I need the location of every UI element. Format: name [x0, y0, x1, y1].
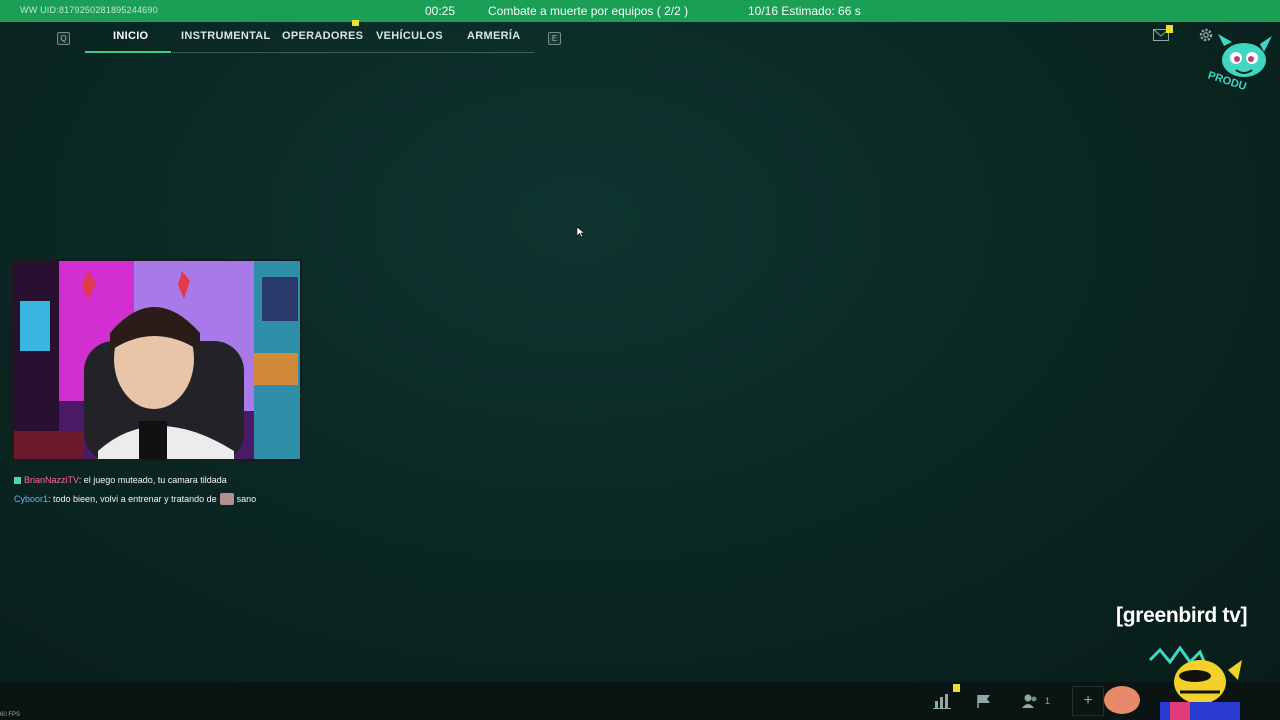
chat-message: Cyboor1: todo bieen, volvi a entrenar y … — [14, 490, 314, 509]
stats-chart-icon[interactable] — [933, 693, 951, 709]
squad-icon[interactable] — [1021, 693, 1039, 709]
chat-message: BrianNazziTV: el juego muteado, tu camar… — [14, 471, 314, 490]
tab-instrumental[interactable]: INSTRUMENTAL — [181, 30, 271, 42]
tab-vehiculos[interactable]: VEHÍCULOS — [376, 30, 443, 42]
chat-emote-icon — [219, 493, 234, 505]
match-mode: Combate a muerte por equipos ( 2/2 ) — [488, 4, 689, 18]
active-tab-indicator — [85, 51, 171, 53]
flag-icon[interactable] — [975, 693, 993, 709]
chat-text: : el juego muteado, tu camara tildada — [78, 475, 227, 485]
chat-badge-icon — [14, 477, 21, 484]
chat-text-after-emote: sano — [236, 494, 257, 504]
squad-count: 1 — [1045, 696, 1051, 706]
streamer-webcam-image — [14, 261, 300, 459]
chat-text: : todo bieen, volvi a entrenar y tratand… — [48, 494, 217, 504]
webcam-overlay — [12, 259, 302, 461]
nav-prev-key[interactable]: Q — [57, 32, 70, 45]
match-timer: 00:25 — [425, 4, 456, 18]
streamer-character-overlay — [1104, 645, 1242, 720]
channel-tag: [greenbird tv] — [1116, 604, 1248, 627]
fps-counter: 60 FPS — [0, 712, 21, 718]
top-status-bar: WW UID:8179250281895244690 00:25 Combate… — [0, 0, 1280, 22]
queue-status: 10/16 Estimado: 66 s — [748, 4, 861, 18]
stats-notification-dot — [953, 684, 960, 692]
chat-username: BrianNazziTV — [24, 475, 79, 485]
main-nav: Q INICIO INSTRUMENTAL OPERADORES VEHÍCUL… — [0, 24, 1280, 53]
produ-mascot-logo: PRODU — [1206, 34, 1272, 93]
mouse-cursor-icon — [577, 227, 585, 237]
nav-next-key[interactable]: E — [548, 32, 561, 45]
operadores-notification-dot — [352, 20, 359, 26]
tab-inicio[interactable]: INICIO — [113, 30, 148, 42]
tab-operadores[interactable]: OPERADORES — [282, 30, 363, 42]
stream-chat: BrianNazziTV: el juego muteado, tu camar… — [14, 471, 314, 509]
nav-divider — [172, 52, 534, 53]
tab-armeria[interactable]: ARMERÍA — [467, 30, 520, 42]
mail-notification-dot — [1166, 25, 1173, 33]
chat-username: Cyboor1 — [14, 494, 49, 504]
player-uid: WW UID:8179250281895244690 — [20, 5, 158, 15]
